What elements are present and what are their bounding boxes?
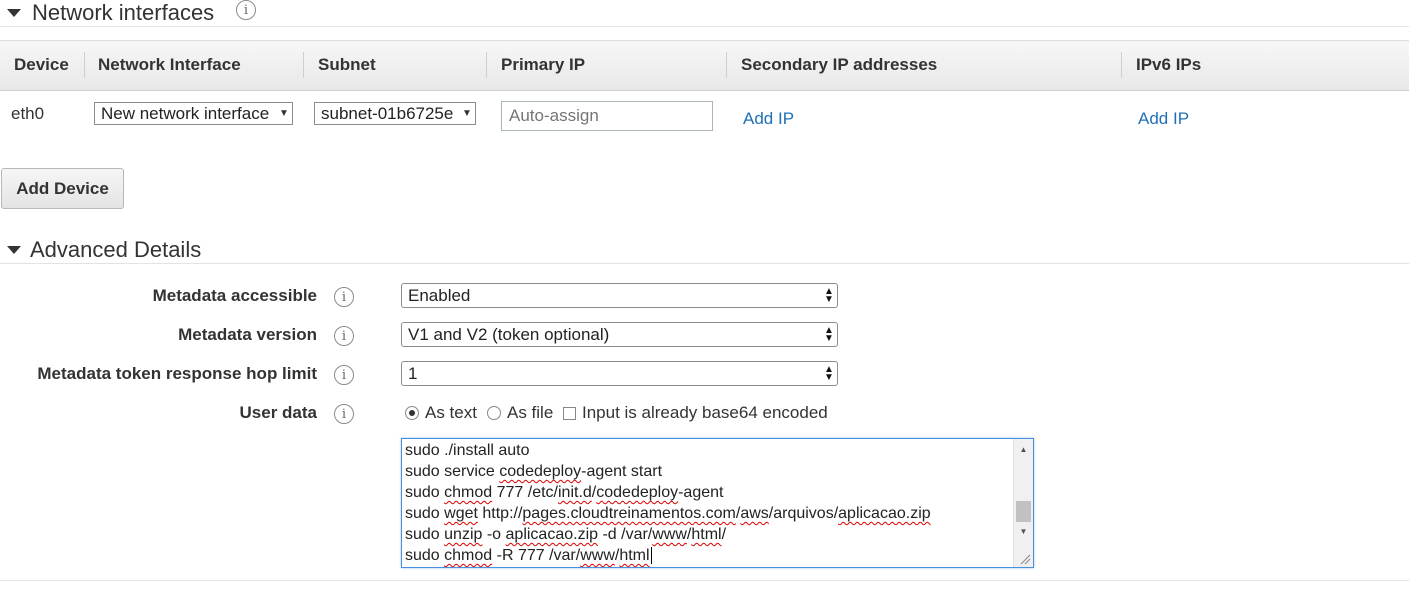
- user-data-textarea[interactable]: sudo ./install auto sudo service codedep…: [401, 438, 1034, 568]
- column-separator: [84, 52, 85, 78]
- as-text-radio[interactable]: [405, 406, 419, 420]
- column-header-ipv6: IPv6 IPs: [1136, 55, 1202, 74]
- base64-option[interactable]: Input is already base64 encoded: [563, 403, 828, 423]
- ipv6-add-ip-link[interactable]: Add IP: [1138, 109, 1189, 129]
- info-icon[interactable]: i: [334, 287, 354, 307]
- hop-limit-value: 1: [408, 363, 418, 383]
- base64-checkbox[interactable]: [563, 406, 576, 420]
- user-data-line: sudo chmod -R 777 /var/www/html: [405, 547, 652, 564]
- subnet-value: subnet-01b6725e: [321, 103, 454, 123]
- primary-ip-input[interactable]: [501, 101, 713, 131]
- secondary-add-ip-link[interactable]: Add IP: [743, 109, 794, 129]
- column-separator: [303, 52, 304, 78]
- column-header-primary-ip: Primary IP: [501, 55, 586, 74]
- as-text-label: As text: [425, 403, 477, 422]
- up-down-arrows-icon: ▲ ▼: [824, 363, 834, 383]
- metadata-version-select[interactable]: V1 and V2 (token optional) ▲ ▼: [401, 322, 838, 347]
- section-divider: [0, 263, 1409, 264]
- as-file-label: As file: [507, 403, 554, 422]
- metadata-accessible-select[interactable]: Enabled ▲ ▼: [401, 283, 838, 308]
- resize-handle-icon[interactable]: [1019, 553, 1031, 565]
- metadata-accessible-label: Metadata accessible: [152, 286, 317, 305]
- up-down-arrows-icon: ▲ ▼: [824, 285, 834, 305]
- dropdown-caret-icon: ▼: [279, 108, 289, 119]
- scroll-up-arrow-icon[interactable]: ▲: [1014, 445, 1033, 454]
- scroll-thumb[interactable]: [1016, 501, 1031, 522]
- scroll-down-arrow-icon[interactable]: ▼: [1014, 527, 1033, 536]
- user-data-scrollbar[interactable]: ▲ ▼: [1013, 439, 1033, 567]
- network-interface-value: New network interface: [101, 103, 270, 123]
- up-down-arrows-icon: ▲ ▼: [824, 324, 834, 344]
- column-header-subnet: Subnet: [318, 55, 376, 74]
- metadata-version-label: Metadata version: [178, 325, 317, 344]
- user-data-line: sudo wget http://pages.cloudtreinamentos…: [405, 505, 931, 522]
- base64-label: Input is already base64 encoded: [582, 403, 828, 422]
- add-device-button[interactable]: Add Device: [1, 168, 124, 209]
- as-text-option[interactable]: As text: [405, 403, 477, 423]
- user-data-label: User data: [239, 403, 317, 422]
- as-file-radio[interactable]: [487, 406, 501, 420]
- column-header-network-interface: Network Interface: [98, 55, 241, 74]
- user-data-line: sudo service codedeploy-agent start: [405, 463, 663, 480]
- subnet-select[interactable]: subnet-01b6725e ▼: [314, 102, 476, 125]
- column-separator: [1121, 52, 1122, 78]
- network-interfaces-title: Network interfaces: [32, 0, 215, 25]
- as-file-option[interactable]: As file: [487, 403, 553, 423]
- metadata-accessible-value: Enabled: [408, 285, 471, 305]
- advanced-details-title: Advanced Details: [30, 237, 202, 262]
- collapse-caret-icon[interactable]: [7, 246, 21, 254]
- user-data-line: sudo ./install auto: [405, 442, 530, 459]
- metadata-version-value: V1 and V2 (token optional): [408, 324, 610, 344]
- column-separator: [726, 52, 727, 78]
- section-divider: [0, 26, 1409, 27]
- column-header-secondary-ip: Secondary IP addresses: [741, 55, 938, 74]
- column-separator: [486, 52, 487, 78]
- info-icon[interactable]: i: [236, 0, 256, 20]
- hop-limit-select[interactable]: 1 ▲ ▼: [401, 361, 838, 386]
- info-icon[interactable]: i: [334, 404, 354, 424]
- column-header-device: Device: [14, 55, 69, 74]
- info-icon[interactable]: i: [334, 326, 354, 346]
- collapse-caret-icon[interactable]: [7, 9, 21, 17]
- info-icon[interactable]: i: [334, 365, 354, 385]
- section-divider: [0, 580, 1409, 581]
- hop-limit-label: Metadata token response hop limit: [37, 364, 317, 383]
- device-name: eth0: [11, 104, 45, 123]
- network-interface-select[interactable]: New network interface ▼: [94, 102, 293, 125]
- user-data-line: sudo chmod 777 /etc/init.d/codedeploy-ag…: [405, 484, 724, 501]
- dropdown-caret-icon: ▼: [462, 108, 472, 119]
- user-data-line: sudo unzip -o aplicacao.zip -d /var/www/…: [405, 526, 727, 543]
